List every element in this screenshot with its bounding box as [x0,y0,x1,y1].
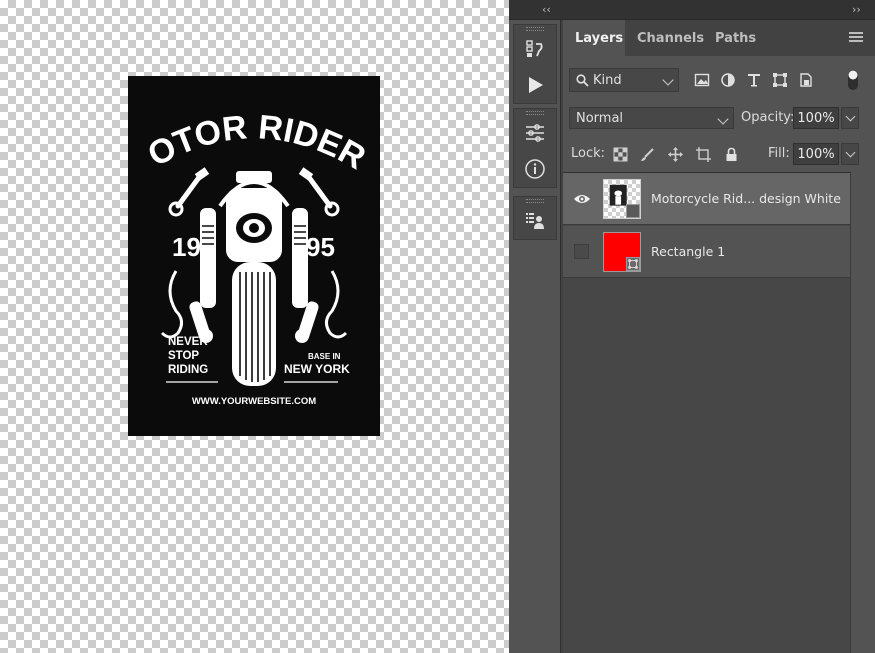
layers-list: Motorcycle Rid... design White Rectangle… [563,172,850,653]
artwork-base-small: BASE IN [308,352,341,361]
properties-button[interactable] [514,115,556,151]
properties-icon [526,124,544,142]
artwork-slogan-line-3: RIDING [168,364,208,376]
layer-row-motorcycle-design[interactable]: Motorcycle Rid... design White [563,173,850,225]
lock-artboard-icon [695,146,711,162]
blend-mode-row: Normal Opacity: 100% [563,104,875,132]
swirl-right-icon [325,270,348,339]
info-icon [525,159,545,179]
lock-image-pixels-icon [640,147,654,161]
smart-object-badge-icon [626,204,640,218]
lock-position-button[interactable] [666,145,684,163]
lock-artboard-button[interactable] [694,145,712,163]
filter-toggle-switch[interactable] [846,68,860,92]
lock-transparent-pixels-button[interactable] [611,145,629,163]
lock-row: Lock: Fill: 100% [563,140,875,168]
panel-dock: ‹‹ ›› Layers Channels Paths Kind Normal … [509,0,875,653]
panel-tabs: Layers Channels Paths [563,20,875,56]
lock-label: Lock: [571,146,606,161]
artwork-graphic: MOTOR RIDERS [128,76,372,407]
layer-comps-icon [526,213,544,229]
history-icon [526,40,543,57]
fill-input[interactable]: 100% [793,143,839,165]
layer-filter-row: Kind [563,64,875,96]
photoshop-window: MOTOR RIDERS [0,0,875,653]
chevron-down-icon [717,113,729,125]
motorcycle-artwork[interactable]: MOTOR RIDERS [128,76,380,436]
fill-slider-button[interactable] [841,143,859,165]
lock-all-icon [726,147,736,161]
tab-channels[interactable]: Channels [625,20,704,56]
artwork-base-city: NEW YORK [284,362,350,376]
tool-group-3 [513,196,557,240]
filter-adjustment-button[interactable] [718,70,738,90]
filter-kind-label: Kind [593,72,622,88]
lock-all-button[interactable] [722,145,740,163]
opacity-label: Opacity: [741,110,795,125]
layer-thumbnail-smart-object[interactable] [603,179,641,219]
adjustment-layer-filter-icon [721,73,735,87]
panel-collapse-bar[interactable]: ‹‹ ›› [509,0,875,20]
shape-layer-filter-icon [773,73,787,87]
artwork-year-left: 19 [172,232,201,262]
type-layer-filter-icon [748,74,760,87]
artwork-year-right: 95 [306,232,335,262]
filter-shape-button[interactable] [770,70,790,90]
filter-type-button[interactable] [744,70,764,90]
document-canvas[interactable]: MOTOR RIDERS [0,0,509,653]
blend-mode-select[interactable]: Normal [569,107,734,129]
layer-name: Motorcycle Rid... design White [651,191,841,206]
layers-scrollbar[interactable] [850,172,875,653]
artwork-title: MOTOR RIDERS [128,76,372,177]
pixel-layer-filter-icon [694,73,710,87]
motorcycle-front-icon [189,171,319,386]
layer-row-rectangle-1[interactable]: Rectangle 1 [563,226,850,278]
tool-group-2 [513,108,557,188]
chevron-down-icon [662,74,674,86]
actions-button[interactable] [514,67,556,103]
layers-panel: Layers Channels Paths Kind Normal Opacit… [563,20,875,653]
filter-type-select[interactable]: Kind [569,68,679,92]
opacity-input[interactable]: 100% [793,107,839,129]
chevron-down-icon [845,111,856,122]
swirl-left-icon [160,270,183,339]
play-action-icon [529,77,543,93]
layer-name: Rectangle 1 [651,244,726,259]
artwork-slogan-line-2: STOP [168,350,199,362]
filter-pixel-button[interactable] [692,70,712,90]
opacity-slider-button[interactable] [841,107,859,129]
vector-mask-badge-icon [626,257,640,271]
wrench-right-icon [305,173,333,209]
lock-image-pixels-button[interactable] [638,145,656,163]
history-button[interactable] [514,31,556,67]
artwork-website: WWW.YOURWEBSITE.COM [192,396,316,407]
tab-paths[interactable]: Paths [703,20,756,56]
panel-menu-icon[interactable] [849,32,863,44]
artwork-slogan-line-1: NEVER [168,336,208,348]
chevron-down-icon [845,147,856,158]
panel-icon-strip [509,20,561,653]
search-icon [576,73,589,87]
visibility-toggle-empty[interactable] [574,244,589,259]
smart-object-filter-icon [800,73,812,87]
layer-comps-button[interactable] [514,203,556,239]
blend-mode-value: Normal [576,110,624,126]
eye-visibility-icon[interactable] [573,190,591,208]
info-button[interactable] [514,151,556,187]
wrench-left-icon [175,173,203,209]
tab-layers[interactable]: Layers [563,20,625,56]
layer-thumbnail-shape[interactable] [603,232,641,272]
filter-smart-object-button[interactable] [796,70,816,90]
collapse-iconic-left-icon[interactable]: ‹‹ [542,3,551,16]
lock-position-icon [667,146,683,162]
fill-label: Fill: [768,146,790,161]
lock-transparent-pixels-icon [613,147,627,161]
tool-group-1 [513,24,557,104]
expand-panels-icon[interactable]: ›› [852,3,861,16]
